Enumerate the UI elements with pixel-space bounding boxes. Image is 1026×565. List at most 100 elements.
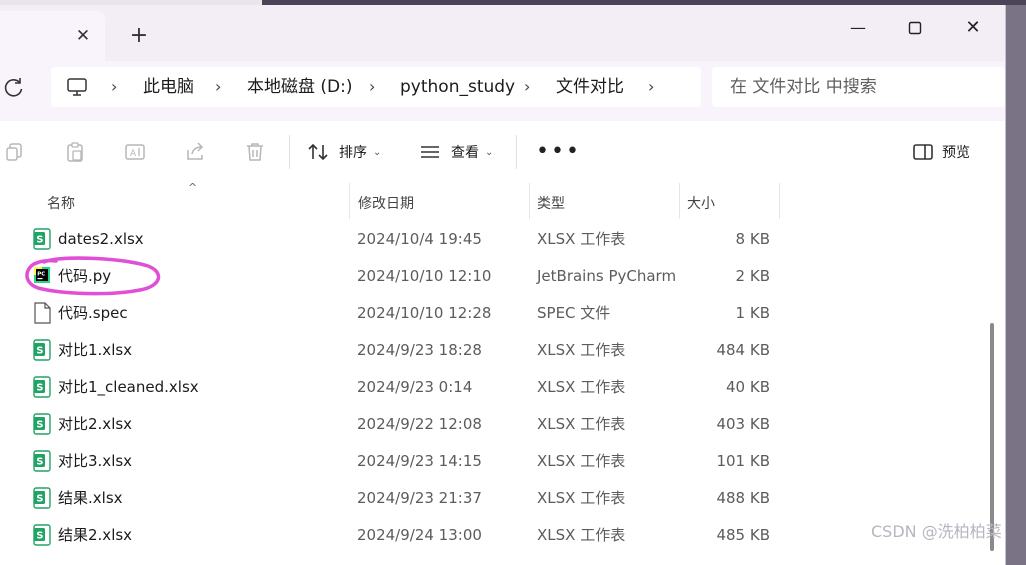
excel-icon: S xyxy=(33,487,51,509)
chevron-down-icon: ⌄ xyxy=(373,146,382,158)
excel-icon: S xyxy=(33,228,51,250)
excel-icon: S xyxy=(33,450,51,472)
file-name: dates2.xlsx xyxy=(58,230,144,248)
file-size: 485 KB xyxy=(716,526,770,544)
watermark: CSDN @洗柏柏菜 xyxy=(871,522,1002,541)
svg-text:S: S xyxy=(36,235,43,246)
file-row[interactable]: S 对比2.xlsx 2024/9/22 12:08 XLSX 工作表 403 KB xyxy=(0,406,1005,443)
file-size: 484 KB xyxy=(716,341,770,359)
file-name: 对比2.xlsx xyxy=(58,415,133,433)
view-label: 查看 xyxy=(451,145,479,161)
minimize-button[interactable]: — xyxy=(836,11,880,45)
file-row[interactable]: S 结果.xlsx 2024/9/23 21:37 XLSX 工作表 488 KB xyxy=(0,480,1005,517)
file-type: XLSX 工作表 xyxy=(537,489,626,507)
file-size: 488 KB xyxy=(716,489,770,507)
file-type: JetBrains PyCharm xyxy=(537,267,677,285)
column-divider[interactable] xyxy=(679,183,680,219)
file-modified-date: 2024/10/4 19:45 xyxy=(357,230,482,248)
more-options-button[interactable]: ••• xyxy=(536,139,581,164)
file-name: 代码.spec xyxy=(58,304,128,322)
sort-button[interactable]: 排序 ⌄ xyxy=(307,138,381,166)
view-button[interactable]: 查看 ⌄ xyxy=(419,138,493,166)
file-modified-date: 2024/9/24 13:00 xyxy=(357,526,482,544)
file-modified-date: 2024/9/23 18:28 xyxy=(357,341,482,359)
file-size: 1 KB xyxy=(735,304,770,322)
search-placeholder: 在 文件对比 中搜索 xyxy=(730,77,877,97)
preview-pane-button[interactable]: 预览 xyxy=(912,138,970,166)
svg-text:S: S xyxy=(36,494,43,505)
share-icon[interactable] xyxy=(184,141,206,163)
breadcrumb-chevron[interactable]: › xyxy=(369,77,375,97)
excel-icon: S xyxy=(33,524,51,546)
file-row[interactable]: S 对比1_cleaned.xlsx 2024/9/23 0:14 XLSX 工作表 4… xyxy=(0,369,1005,406)
column-header-type[interactable]: 类型 xyxy=(537,193,565,213)
column-divider[interactable] xyxy=(529,183,530,219)
new-tab-button[interactable]: + xyxy=(127,24,151,48)
breadcrumb-chevron[interactable]: › xyxy=(111,77,117,97)
file-name: 对比3.xlsx xyxy=(58,452,133,470)
file-row[interactable]: 代码.spec 2024/10/10 12:28 SPEC 文件 1 KB xyxy=(0,295,1005,332)
this-pc-icon[interactable] xyxy=(66,77,88,97)
breadcrumb[interactable]: › 此电脑 › 本地磁盘 (D:) › python_study › 文件对比 … xyxy=(51,67,701,107)
column-header-date[interactable]: 修改日期 xyxy=(358,193,414,213)
file-name: 对比1_cleaned.xlsx xyxy=(58,378,199,396)
svg-text:S: S xyxy=(36,457,43,468)
file-type: XLSX 工作表 xyxy=(537,341,626,359)
file-list: ^ 名称 修改日期 类型 大小 Sdates2.xlsx 2024/10/4 19… xyxy=(0,181,1005,565)
close-window-button[interactable]: ✕ xyxy=(951,11,995,45)
toolbar-divider xyxy=(516,135,517,169)
file-name: 结果.xlsx xyxy=(58,489,123,507)
breadcrumb-chevron[interactable]: › xyxy=(648,77,654,97)
breadcrumb-chevron[interactable]: › xyxy=(524,77,530,97)
tab-strip: ✕ + — ✕ xyxy=(0,5,1005,61)
file-size: 101 KB xyxy=(716,452,770,470)
file-name: 对比1.xlsx xyxy=(58,341,133,359)
file-size: 403 KB xyxy=(716,415,770,433)
file-row[interactable]: S 对比1.xlsx 2024/9/23 18:28 XLSX 工作表 484 KB xyxy=(0,332,1005,369)
file-type: XLSX 工作表 xyxy=(537,526,626,544)
maximize-icon xyxy=(908,21,922,35)
file-name: 结果2.xlsx xyxy=(58,526,133,544)
tab-close-icon[interactable]: ✕ xyxy=(72,25,94,47)
generic-file-icon xyxy=(33,302,51,324)
file-row[interactable]: S 对比3.xlsx 2024/9/23 14:15 XLSX 工作表 101 KB xyxy=(0,443,1005,480)
file-row[interactable]: S 结果2.xlsx 2024/9/24 13:00 XLSX 工作表 485 KB xyxy=(0,517,1005,554)
breadcrumb-chevron[interactable]: › xyxy=(215,77,221,97)
file-size: 40 KB xyxy=(726,378,770,396)
breadcrumb-this-pc[interactable]: 此电脑 xyxy=(143,77,194,97)
file-type: XLSX 工作表 xyxy=(537,415,626,433)
excel-icon: S xyxy=(33,413,51,435)
delete-icon[interactable] xyxy=(244,141,266,163)
rename-icon[interactable]: A xyxy=(124,141,146,163)
refresh-icon[interactable] xyxy=(2,75,26,99)
scrollbar-thumb[interactable] xyxy=(990,323,994,551)
file-size: 8 KB xyxy=(735,230,770,248)
column-divider[interactable] xyxy=(349,183,350,219)
file-modified-date: 2024/9/23 0:14 xyxy=(357,378,473,396)
breadcrumb-local-disk[interactable]: 本地磁盘 (D:) xyxy=(247,77,353,97)
column-header-row: ^ 名称 修改日期 类型 大小 xyxy=(0,181,1005,219)
copy-icon[interactable] xyxy=(4,141,26,163)
file-size: 2 KB xyxy=(735,267,770,285)
file-modified-date: 2024/9/22 12:08 xyxy=(357,415,482,433)
file-explorer-window: ✕ + — ✕ › 此电脑 › 本地磁盘 (D:) › python_study… xyxy=(0,5,1006,565)
file-type: XLSX 工作表 xyxy=(537,452,626,470)
view-icon xyxy=(421,146,439,158)
column-header-name[interactable]: 名称 xyxy=(47,193,75,213)
breadcrumb-python-study[interactable]: python_study xyxy=(400,77,515,97)
paste-icon[interactable] xyxy=(64,141,86,163)
file-modified-date: 2024/9/23 14:15 xyxy=(357,452,482,470)
svg-text:S: S xyxy=(36,383,43,394)
breadcrumb-current-folder[interactable]: 文件对比 xyxy=(556,77,624,97)
tab-active[interactable]: ✕ xyxy=(0,11,105,61)
preview-label: 预览 xyxy=(942,145,970,161)
column-divider[interactable] xyxy=(779,183,780,219)
sort-label: 排序 xyxy=(339,145,367,161)
file-type: XLSX 工作表 xyxy=(537,378,626,396)
search-box[interactable]: 在 文件对比 中搜索 xyxy=(712,67,1005,107)
excel-icon: S xyxy=(33,376,51,398)
column-header-size[interactable]: 大小 xyxy=(687,193,715,213)
file-row[interactable]: Sdates2.xlsx 2024/10/4 19:45 XLSX 工作表 8 KB xyxy=(0,221,1005,258)
svg-text:S: S xyxy=(36,531,43,542)
maximize-button[interactable] xyxy=(893,11,937,45)
